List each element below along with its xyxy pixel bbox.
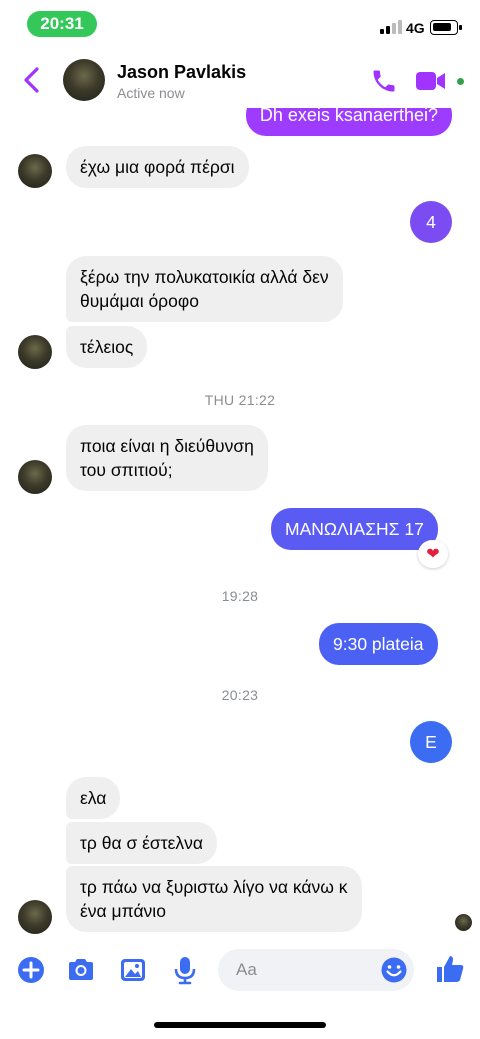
message-incoming[interactable]: ελα xyxy=(66,777,121,819)
phone-call-icon[interactable] xyxy=(370,67,398,95)
video-call-icon[interactable] xyxy=(416,70,446,92)
network-type: 4G xyxy=(406,20,425,36)
message-thread[interactable]: Dh exeis ksanaerthei? έχω μια φορά πέρσι… xyxy=(0,94,480,938)
timestamp-divider: 20:23 xyxy=(221,687,259,703)
sender-avatar xyxy=(18,154,52,188)
message-outgoing[interactable]: E xyxy=(410,721,452,763)
like-icon[interactable] xyxy=(434,953,466,985)
sender-avatar xyxy=(18,335,52,369)
back-chevron-icon[interactable] xyxy=(20,66,44,94)
message-incoming[interactable]: ποια είναι η διεύθυνση του σπιτιού; xyxy=(66,425,268,491)
heart-reaction[interactable]: ❤ xyxy=(418,540,448,568)
conversation-header: Jason Pavlakis Active now xyxy=(0,52,480,108)
timestamp-divider: THU 21:22 xyxy=(204,392,276,408)
sender-avatar xyxy=(18,460,52,494)
emoji-icon[interactable] xyxy=(380,956,408,984)
plus-icon[interactable] xyxy=(16,955,46,985)
home-indicator xyxy=(154,1022,326,1028)
status-bar: 20:31 4G xyxy=(0,0,480,52)
message-incoming[interactable]: ξέρω την πολυκατοικία αλλά δεν θυμάμαι ό… xyxy=(66,256,343,322)
message-incoming[interactable]: έχω μια φορά πέρσι xyxy=(66,146,249,188)
contact-avatar[interactable] xyxy=(63,59,105,101)
camera-icon[interactable] xyxy=(66,955,96,985)
message-outgoing[interactable]: ΜΑΝΩΛΙΑΣΗΣ 17 xyxy=(271,508,438,550)
message-outgoing[interactable]: 4 xyxy=(410,201,452,243)
online-indicator xyxy=(455,76,466,87)
message-incoming[interactable]: τέλειος xyxy=(66,326,148,368)
sender-avatar xyxy=(18,900,52,934)
contact-name[interactable]: Jason Pavlakis xyxy=(117,62,246,83)
seen-receipt-avatar xyxy=(455,914,472,931)
heart-icon: ❤ xyxy=(426,546,440,563)
signal-icon xyxy=(380,20,402,34)
timestamp-divider: 19:28 xyxy=(221,588,259,604)
message-outgoing[interactable]: 9:30 plateia xyxy=(319,623,438,665)
message-incoming[interactable]: τρ θα σ έστελνα xyxy=(66,822,218,864)
message-incoming[interactable]: τρ πάω να ξυριστω λίγο να κάνω κ ένα μπά… xyxy=(66,866,362,932)
gallery-icon[interactable] xyxy=(118,955,148,985)
battery-icon xyxy=(430,20,462,35)
microphone-icon[interactable] xyxy=(170,955,200,985)
status-time: 20:31 xyxy=(27,11,97,37)
message-composer xyxy=(0,940,480,1000)
contact-active-status: Active now xyxy=(117,85,185,101)
